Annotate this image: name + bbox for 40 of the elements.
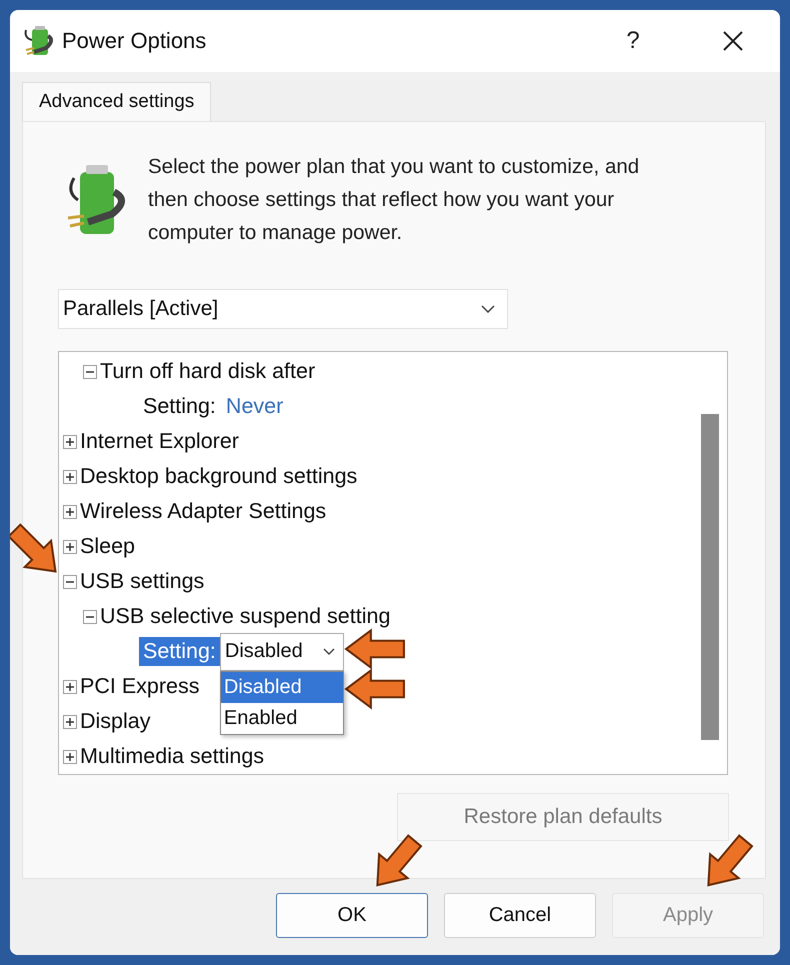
setting-label[interactable]: Setting:: [139, 392, 220, 421]
expand-icon[interactable]: [63, 750, 77, 764]
pointer-arrow: [344, 668, 406, 710]
chevron-down-icon: [481, 305, 495, 313]
setting-label[interactable]: Setting:: [139, 637, 220, 666]
collapse-icon[interactable]: [83, 610, 97, 624]
tree-item[interactable]: Display: [80, 709, 150, 734]
expand-icon[interactable]: [63, 714, 77, 728]
collapse-icon[interactable]: [83, 364, 97, 378]
chevron-down-icon: [322, 648, 335, 655]
pointer-arrow: [344, 628, 406, 670]
tab[interactable]: Advanced settings: [22, 82, 212, 121]
plan-dropdown[interactable]: Parallels [Active]: [58, 289, 508, 329]
expand-icon[interactable]: [63, 540, 77, 554]
tree-item[interactable]: Turn off hard disk after: [100, 359, 316, 384]
battery-plug-icon: [22, 24, 56, 58]
expand-icon[interactable]: [63, 680, 77, 694]
tree-item[interactable]: PCI Express: [80, 674, 200, 699]
dialog-button[interactable]: Cancel: [444, 893, 596, 938]
collapse-icon[interactable]: [63, 574, 77, 588]
window-title: Power Options: [62, 28, 206, 54]
tree-item[interactable]: Desktop background settings: [80, 464, 358, 489]
help-button[interactable]: ?: [598, 21, 668, 61]
dropdown-option[interactable]: Enabled: [220, 702, 343, 734]
tree-item[interactable]: Wireless Adapter Settings: [80, 499, 326, 524]
tree-item[interactable]: Internet Explorer: [80, 429, 239, 454]
expand-icon[interactable]: [63, 434, 77, 448]
tree-item[interactable]: USB selective suspend setting: [100, 604, 390, 629]
scrollbar-thumb[interactable]: [701, 414, 719, 740]
setting-link[interactable]: Never: [226, 394, 284, 419]
expand-icon[interactable]: [63, 504, 77, 518]
instruction-text: Select the power plan that you want to customize, and then choose settings that reflect how you want your computer to manage power.: [148, 154, 640, 246]
tree-item[interactable]: Sleep: [80, 534, 135, 559]
dropdown-option[interactable]: Disabled: [220, 672, 343, 702]
dialog-button[interactable]: OK: [276, 893, 428, 938]
tree-item[interactable]: Multimedia settings: [80, 744, 264, 769]
setting-dropdown[interactable]: Disabled: [220, 632, 344, 670]
tree-item[interactable]: USB settings: [80, 569, 204, 594]
close-icon: [722, 30, 744, 52]
expand-icon[interactable]: [63, 470, 77, 484]
